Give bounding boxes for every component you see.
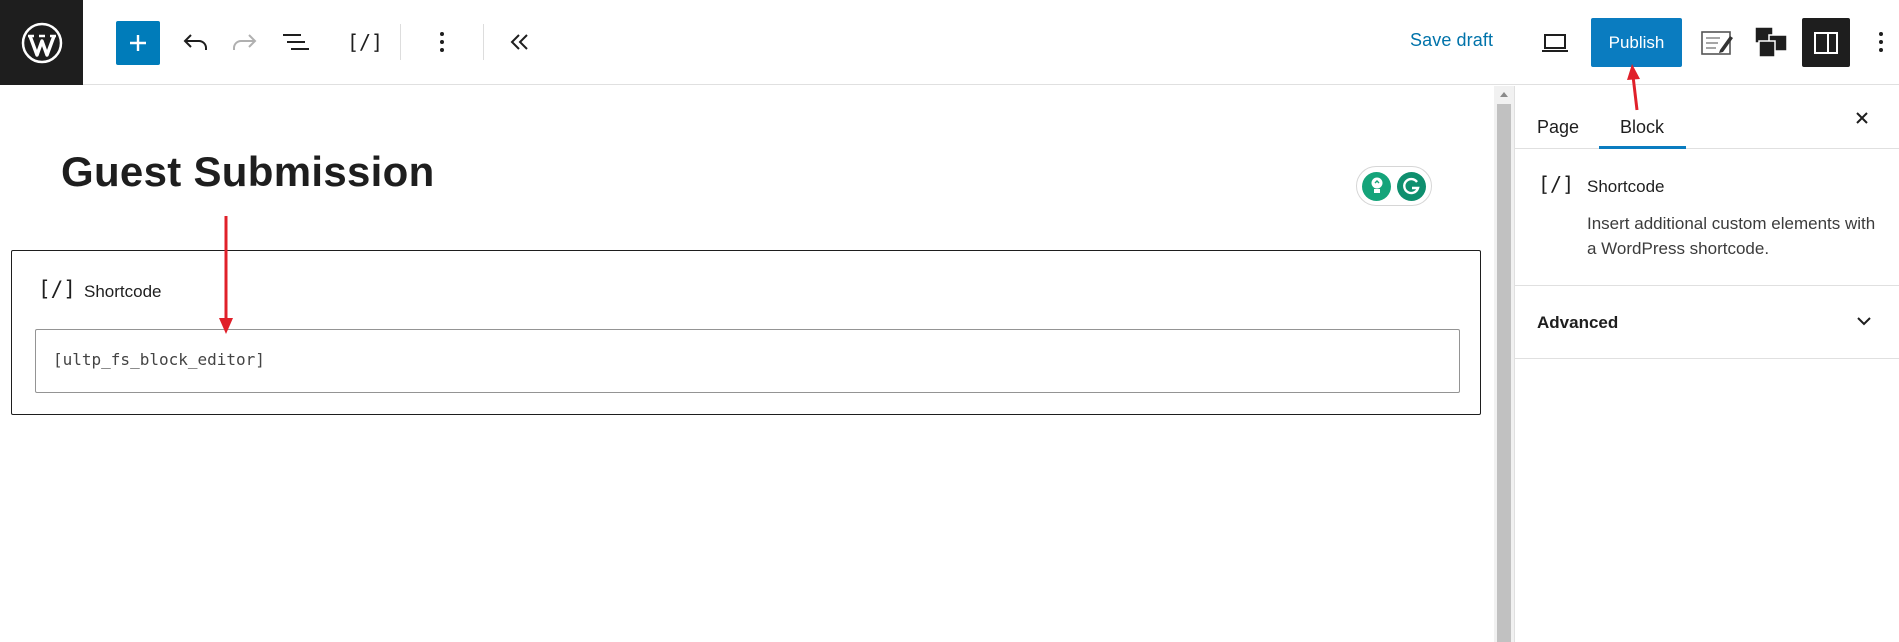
tab-block[interactable]: Block [1620, 117, 1664, 138]
redo-icon [233, 34, 257, 50]
shortcode-block-label: Shortcode [84, 282, 162, 301]
preview-button[interactable] [1536, 26, 1574, 60]
vertical-ellipsis-icon [1879, 32, 1883, 52]
close-sidebar-button[interactable] [1847, 103, 1877, 133]
more-options-button[interactable] [1868, 24, 1894, 60]
scroll-thumb[interactable] [1497, 104, 1511, 642]
block-card-title: Shortcode [1587, 177, 1665, 196]
shortcode-block-icon: [/] [1538, 172, 1575, 196]
collapse-toolbar-button[interactable] [502, 24, 538, 60]
sidebar-toggle-icon [1814, 31, 1838, 54]
shortcode-block-icon: [/] [38, 277, 76, 301]
list-view-icon [283, 34, 309, 50]
block-card-description: Insert additional custom elements with a… [1587, 214, 1876, 258]
undo-button[interactable] [178, 24, 214, 60]
editor-canvas: Guest Submission [/] Shortcode [ultp_fs_… [0, 86, 1494, 642]
save-draft-button[interactable]: Save draft [1410, 30, 1493, 51]
block-type-button[interactable]: [/] [346, 24, 384, 60]
canvas-scrollbar[interactable] [1494, 86, 1514, 642]
edit-notes-icon [1701, 31, 1733, 55]
edit-notes-button[interactable] [1698, 24, 1736, 62]
desktop-preview-icon [1542, 34, 1568, 52]
settings-sidebar-toggle[interactable] [1802, 18, 1850, 67]
plus-icon [130, 35, 146, 51]
chevron-down-icon [1857, 317, 1871, 326]
blocks-button[interactable] [1751, 22, 1791, 62]
toolbar-divider [483, 24, 484, 60]
block-card: [/] Shortcode Insert additional custom e… [1515, 150, 1899, 286]
vertical-ellipsis-icon [440, 32, 444, 52]
settings-sidebar: Page Block [/] Shortcode Insert addition… [1514, 86, 1899, 642]
shortcode-block-icon: [/] [346, 30, 384, 54]
shortcode-block[interactable]: [/] Shortcode [ultp_fs_block_editor] [11, 250, 1481, 415]
publish-button[interactable]: Publish [1591, 18, 1682, 67]
block-options-button[interactable] [424, 24, 460, 60]
undo-icon [183, 34, 207, 50]
advanced-panel-label: Advanced [1537, 313, 1619, 332]
sidebar-tabs: Page Block [1515, 86, 1899, 149]
editor-header: [/] Save draft Publish [0, 0, 1899, 85]
double-chevron-left-icon [510, 34, 528, 50]
scroll-up-arrow-icon[interactable] [1500, 92, 1508, 97]
grammarly-widget[interactable] [1356, 166, 1432, 206]
wordpress-logo-icon [21, 22, 62, 63]
toolbar-divider [400, 24, 401, 60]
redo-button[interactable] [226, 24, 262, 60]
lightbulb-icon[interactable] [1362, 171, 1391, 201]
tab-page[interactable]: Page [1537, 117, 1579, 138]
block-switcher-icon [1754, 26, 1788, 58]
list-view-button[interactable] [276, 24, 314, 60]
block-inserter-button[interactable] [116, 21, 160, 65]
shortcode-input[interactable]: [ultp_fs_block_editor] [35, 329, 1460, 393]
close-icon [1856, 112, 1868, 124]
advanced-panel-toggle[interactable]: Advanced [1515, 287, 1899, 359]
page-title[interactable]: Guest Submission [61, 148, 435, 196]
grammarly-icon[interactable] [1397, 171, 1426, 201]
active-tab-indicator [1599, 146, 1686, 149]
wordpress-logo-button[interactable] [0, 0, 83, 85]
